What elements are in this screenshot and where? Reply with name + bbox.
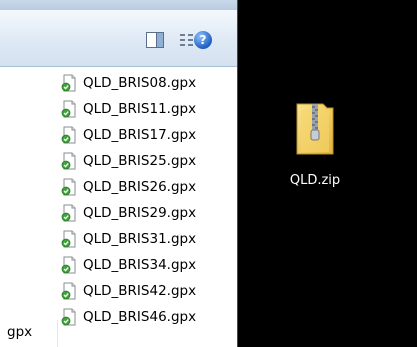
file-list-item[interactable]: QLD_BRIS17.gpx: [60, 125, 196, 145]
desktop-zip-item[interactable]: QLD.zip: [274, 95, 374, 195]
gpx-file-icon: [61, 282, 76, 300]
file-list-item[interactable]: QLD_BRIS29.gpx: [60, 203, 196, 223]
file-list-item[interactable]: QLD_BRIS46.gpx: [60, 307, 196, 327]
gpx-file-icon: [61, 308, 76, 326]
file-list-item[interactable]: QLD_BRIS08.gpx: [60, 73, 196, 93]
preview-pane-button[interactable]: [142, 27, 168, 53]
file-list-item[interactable]: QLD_BRIS42.gpx: [60, 281, 196, 301]
window-frame-top: [0, 0, 237, 10]
gpx-file-icon: [61, 204, 76, 222]
file-name-label: QLD_BRIS11.gpx: [83, 101, 197, 117]
file-name-label: QLD_BRIS34.gpx: [83, 257, 197, 273]
file-name-label: QLD_BRIS46.gpx: [83, 309, 197, 325]
explorer-toolbar: ?: [0, 10, 237, 67]
file-list-item[interactable]: QLD_BRIS31.gpx: [60, 229, 196, 249]
help-glyph: ?: [199, 33, 207, 47]
file-list-item[interactable]: QLD_BRIS34.gpx: [60, 255, 196, 275]
help-button[interactable]: ?: [191, 27, 215, 53]
file-name-label: QLD_BRIS31.gpx: [83, 231, 197, 247]
gpx-file-icon: [61, 74, 76, 92]
file-name-label: QLD_BRIS08.gpx: [83, 75, 197, 91]
zip-folder-icon: [296, 103, 334, 155]
gpx-file-icon: [61, 230, 76, 248]
file-list-item[interactable]: QLD_BRIS11.gpx: [60, 99, 196, 119]
file-list-item[interactable]: QLD_BRIS26.gpx: [60, 177, 196, 197]
partial-file-label: gpx: [7, 324, 33, 340]
file-name-label: QLD_BRIS29.gpx: [83, 205, 197, 221]
help-icon: ?: [194, 31, 212, 49]
preview-pane-icon: [146, 32, 164, 48]
explorer-window: ? QLD_BRIS08.gpx QLD_BRIS11.gpx QLD_BRIS17…: [0, 0, 238, 347]
gpx-file-icon: [61, 100, 76, 118]
file-list-item[interactable]: QLD_BRIS25.gpx: [60, 151, 196, 171]
gpx-file-icon: [61, 152, 76, 170]
file-name-label: QLD_BRIS42.gpx: [83, 283, 197, 299]
zip-file-label: QLD.zip: [289, 173, 341, 188]
gpx-file-icon: [61, 178, 76, 196]
column-divider: [57, 320, 58, 347]
file-name-label: QLD_BRIS25.gpx: [83, 153, 197, 169]
file-name-label: QLD_BRIS17.gpx: [83, 127, 197, 143]
gpx-file-icon: [61, 126, 76, 144]
file-name-label: QLD_BRIS26.gpx: [83, 179, 197, 195]
gpx-file-icon: [61, 256, 76, 274]
